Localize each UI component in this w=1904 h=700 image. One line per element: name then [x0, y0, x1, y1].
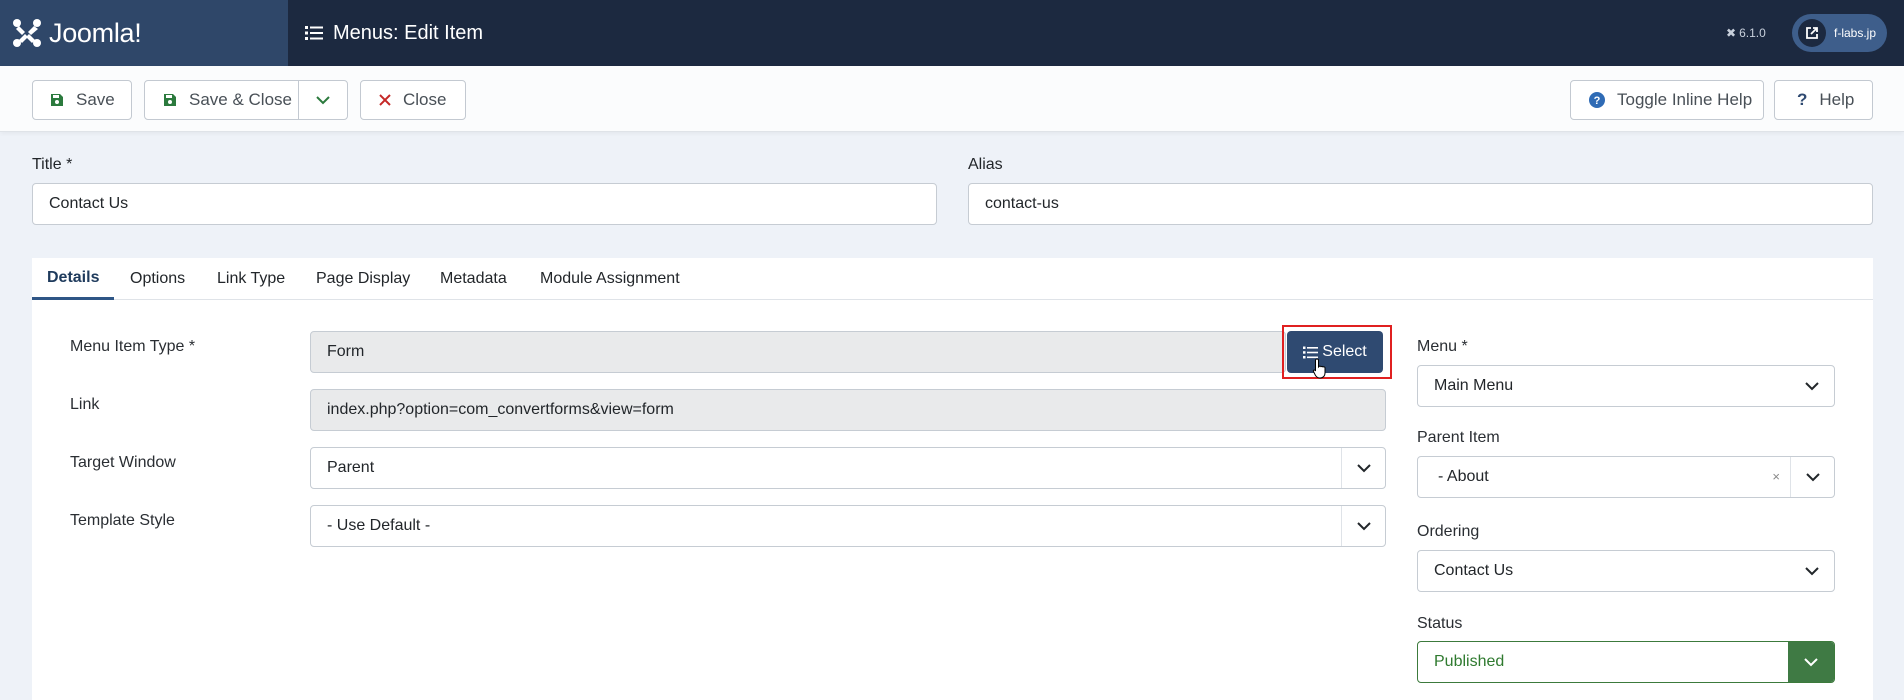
version-text: 6.1.0	[1739, 26, 1766, 40]
tab-bar: Details Options Link Type Page Display M…	[32, 258, 1873, 300]
menu-item-type-label: Menu Item Type *	[70, 338, 196, 355]
version-badge: ✖ 6.1.0	[1726, 0, 1766, 66]
save-options-dropdown[interactable]	[298, 80, 348, 120]
chevron-down-icon	[316, 96, 330, 105]
tab-details[interactable]: Details	[32, 258, 114, 300]
menu-label: Menu *	[1417, 338, 1468, 355]
joomla-logo[interactable]: Joomla!	[0, 0, 288, 66]
list-icon	[305, 25, 323, 41]
save-button[interactable]: Save	[32, 80, 132, 120]
select-menu-item-type-button[interactable]: Select	[1287, 331, 1383, 373]
chevron-down-icon	[1341, 448, 1385, 488]
status-value: Published	[1434, 653, 1505, 670]
joomla-small-icon: ✖	[1726, 26, 1737, 40]
close-button[interactable]: Close	[360, 80, 466, 120]
page-title-text: Menus: Edit Item	[333, 21, 484, 44]
alias-label: Alias	[968, 156, 1003, 173]
chevron-down-icon	[1790, 457, 1834, 497]
chevron-down-icon	[1341, 506, 1385, 546]
hand-cursor-icon	[1312, 358, 1326, 379]
toolbar: Save Save & Close Close ? Toggle Inline …	[0, 66, 1904, 132]
page-title: Menus: Edit Item	[305, 0, 483, 66]
tab-page-display[interactable]: Page Display	[316, 258, 410, 300]
parent-item-value: - About	[1438, 468, 1489, 485]
question-circle-icon: ?	[1589, 92, 1605, 108]
template-style-value: - Use Default -	[327, 517, 431, 534]
alias-value: contact-us	[985, 195, 1059, 212]
tab-link-type[interactable]: Link Type	[217, 258, 285, 300]
joomla-logo-text: Joomla!	[49, 17, 142, 48]
top-header: Joomla! Menus: Edit Item ✖ 6.1.0 f-labs.…	[0, 0, 1904, 66]
target-window-select[interactable]: Parent	[310, 447, 1386, 489]
template-style-label: Template Style	[70, 512, 175, 529]
alias-input[interactable]: contact-us	[968, 183, 1873, 225]
ordering-select[interactable]: Contact Us	[1417, 550, 1835, 592]
chevron-down-icon	[1790, 551, 1834, 591]
clear-icon[interactable]: ×	[1772, 469, 1780, 484]
toggle-inline-help-button[interactable]: ? Toggle Inline Help	[1570, 80, 1764, 120]
save-icon	[163, 93, 177, 107]
parent-item-label: Parent Item	[1417, 429, 1500, 446]
tab-options[interactable]: Options	[130, 258, 185, 300]
status-label: Status	[1417, 615, 1463, 632]
title-input[interactable]: Contact Us	[32, 183, 937, 225]
target-window-value: Parent	[327, 459, 375, 476]
save-icon	[50, 93, 64, 107]
menu-item-type-value: Form	[327, 343, 365, 360]
menu-item-type-field: Form	[310, 331, 1286, 373]
close-icon	[379, 94, 391, 106]
toggle-help-label: Toggle Inline Help	[1617, 90, 1753, 109]
title-label: Title *	[32, 156, 73, 173]
view-site-button[interactable]: f-labs.jp	[1792, 14, 1887, 52]
link-value: index.php?option=com_convertforms&view=f…	[327, 401, 674, 418]
target-window-label: Target Window	[70, 454, 176, 471]
chevron-down-icon	[1790, 366, 1834, 406]
list-icon	[1303, 346, 1319, 359]
menu-select[interactable]: Main Menu	[1417, 365, 1835, 407]
help-button[interactable]: ? Help	[1774, 80, 1873, 120]
link-label: Link	[70, 396, 100, 413]
ordering-label: Ordering	[1417, 523, 1480, 540]
tab-module-assignment[interactable]: Module Assignment	[540, 258, 680, 300]
svg-text:?: ?	[1594, 95, 1601, 107]
tab-metadata[interactable]: Metadata	[440, 258, 507, 300]
save-label: Save	[76, 90, 115, 109]
link-field: index.php?option=com_convertforms&view=f…	[310, 389, 1386, 431]
site-name: f-labs.jp	[1834, 26, 1877, 40]
parent-item-select[interactable]: - About ×	[1417, 456, 1835, 498]
status-select[interactable]: Published	[1417, 641, 1835, 683]
close-label: Close	[403, 90, 447, 109]
chevron-down-icon	[1788, 642, 1834, 682]
help-label: Help	[1819, 90, 1855, 109]
template-style-select[interactable]: - Use Default -	[310, 505, 1386, 547]
external-link-icon	[1798, 19, 1826, 47]
menu-value: Main Menu	[1434, 377, 1514, 394]
ordering-value: Contact Us	[1434, 562, 1514, 579]
joomla-logo-icon	[13, 19, 41, 47]
save-close-button[interactable]: Save & Close	[144, 80, 299, 120]
select-label: Select	[1322, 343, 1367, 360]
save-close-label: Save & Close	[189, 90, 292, 109]
question-icon: ?	[1797, 90, 1808, 109]
title-value: Contact Us	[49, 195, 129, 212]
